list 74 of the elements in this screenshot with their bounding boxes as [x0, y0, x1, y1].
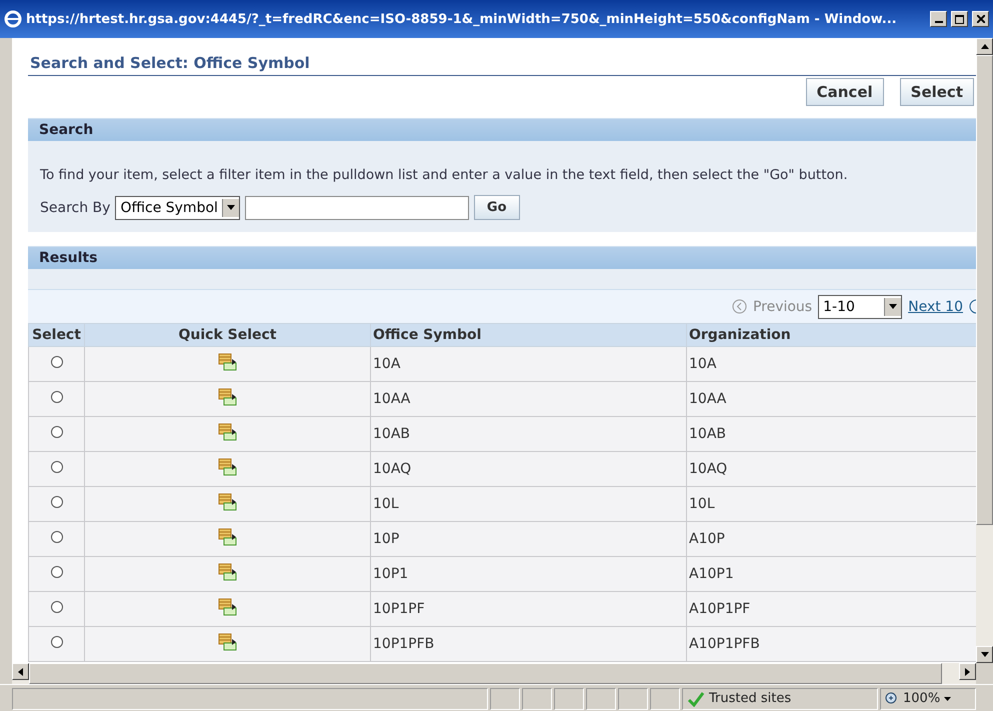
minimize-button[interactable] — [930, 11, 947, 27]
maximize-icon — [955, 14, 964, 24]
column-header: Quick Select — [84, 324, 370, 346]
radio-button[interactable] — [50, 496, 62, 508]
range-dropdown[interactable]: 1-10 — [818, 294, 902, 318]
close-button[interactable] — [972, 11, 989, 27]
table-cell: A10P1 — [686, 556, 976, 592]
section-header: Search — [28, 118, 976, 141]
radio-button[interactable] — [50, 461, 62, 473]
search-field[interactable] — [244, 196, 469, 220]
cancel-button[interactable]: Cancel — [806, 78, 884, 106]
table-icon[interactable] — [218, 528, 238, 546]
scroll-down-button[interactable] — [976, 646, 993, 663]
caret-icon — [944, 696, 952, 700]
close-icon — [976, 15, 984, 23]
table-cell: 10A — [686, 346, 976, 382]
scroll-up-button[interactable] — [976, 38, 993, 55]
right-arrow-icon — [965, 668, 970, 676]
table-cell: 10AB — [686, 416, 976, 452]
checkmark-icon — [687, 690, 705, 706]
table-cell: A10P1PFB — [686, 626, 976, 662]
table-icon[interactable] — [218, 493, 238, 511]
table-cell: 10AB — [370, 416, 686, 452]
radio-button[interactable] — [50, 636, 62, 648]
radio-button[interactable] — [50, 601, 62, 613]
go-button[interactable]: Go — [474, 195, 520, 220]
column-header: Organization — [686, 324, 976, 346]
search-by-label: Search By — [40, 200, 110, 216]
filter-dropdown[interactable]: Office Symbol — [115, 196, 240, 220]
caret-icon — [226, 205, 235, 210]
table-cell: 10AQ — [370, 452, 686, 486]
table-cell: 10P1PF — [370, 592, 686, 626]
up-arrow-icon — [980, 44, 988, 49]
down-arrow-icon — [980, 652, 988, 657]
table-cell: 10P1PFB — [370, 626, 686, 662]
table-cell: 10L — [370, 486, 686, 522]
table-icon[interactable] — [218, 423, 238, 441]
select-button[interactable]: Select — [900, 78, 974, 106]
table-icon[interactable] — [218, 598, 238, 616]
table-icon[interactable] — [218, 353, 238, 371]
table-cell: 10L — [686, 486, 976, 522]
scroll-left-button[interactable] — [12, 663, 29, 680]
window-title: https://hrtest.hr.gsa.gov:4445/?_t=fredRC&enc=ISO-8859-1&_minWidth=750&_minHeight=550&configNam - Window... — [26, 12, 898, 26]
column-header: Office Symbol — [370, 324, 686, 346]
table-cell: 10AA — [370, 382, 686, 416]
table-cell: 10P1 — [370, 556, 686, 592]
table-cell: A10P — [686, 522, 976, 556]
browser-icon — [4, 10, 22, 28]
table-cell: 10A — [370, 346, 686, 382]
table-icon[interactable] — [218, 388, 238, 406]
caret-icon — [889, 304, 898, 309]
table-icon[interactable] — [218, 633, 238, 651]
scroll-right-button[interactable] — [959, 663, 976, 680]
section-header: Results — [28, 246, 976, 269]
table-cell: 10AQ — [686, 452, 976, 486]
instructions-text: To find your item, select a filter item in the pulldown list and enter a value in the text field, then select the "Go" button. — [40, 167, 849, 183]
maximize-button[interactable] — [951, 11, 968, 27]
table-cell: 10AA — [686, 382, 976, 416]
table-cell: 10P — [370, 522, 686, 556]
previous-icon — [732, 299, 747, 314]
radio-button[interactable] — [50, 531, 62, 543]
table-cell: A10P1PF — [686, 592, 976, 626]
radio-button[interactable] — [50, 356, 62, 368]
table-icon[interactable] — [218, 563, 238, 581]
zoom-control[interactable]: 100% — [880, 688, 976, 710]
radio-button[interactable] — [50, 426, 62, 438]
left-arrow-icon — [18, 668, 23, 676]
radio-button[interactable] — [50, 566, 62, 578]
next-link[interactable]: Next 10 — [908, 298, 963, 314]
radio-button[interactable] — [50, 391, 62, 403]
zoom-icon — [885, 692, 899, 706]
security-zone: Trusted sites — [709, 691, 792, 706]
column-header: Select — [28, 324, 84, 346]
table-icon[interactable] — [218, 458, 238, 476]
